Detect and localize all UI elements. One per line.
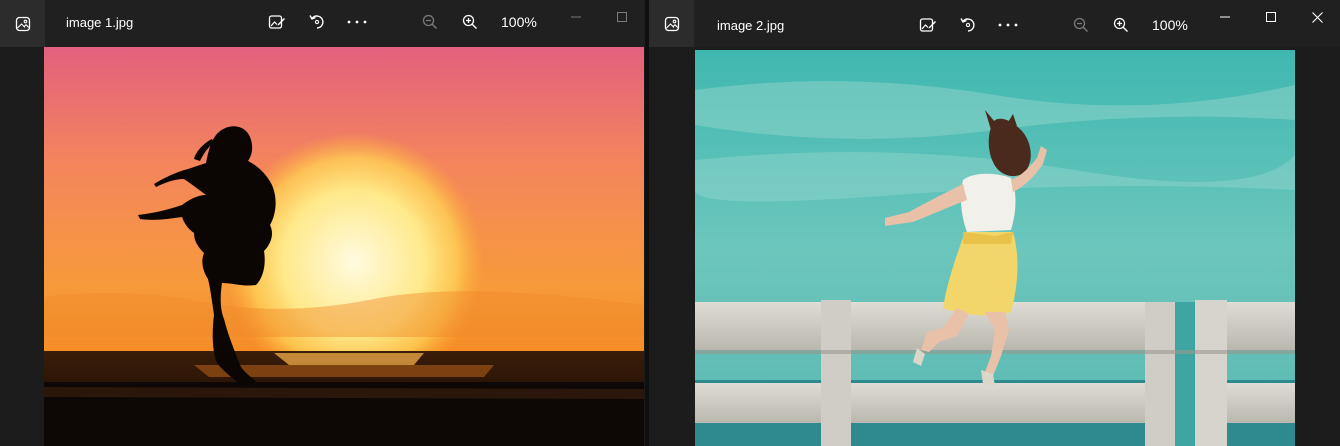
app-icon-button[interactable] [0,0,45,47]
rotate-button[interactable] [954,11,982,39]
minimize-icon [571,16,581,18]
window-title: image 2.jpg [717,18,785,33]
maximize-button[interactable] [599,0,645,34]
photos-window-2: image 2.jpg 100% [649,0,1340,446]
rotate-icon [960,18,975,32]
minimize-button[interactable] [1202,0,1248,34]
photo-sunset-silhouette [44,47,644,446]
zoom-out-icon [422,14,437,29]
edit-image-button[interactable] [914,11,942,39]
title-bar: image 2.jpg 100% [649,0,1340,47]
more-options-button[interactable] [343,8,371,36]
zoom-in-icon [1113,17,1128,32]
edit-image-icon [268,15,285,29]
zoom-out-button[interactable] [416,8,444,36]
zoom-in-button[interactable] [1107,11,1135,39]
more-options-button[interactable] [994,11,1022,39]
title-bar: image 1.jpg 100% [0,0,645,47]
close-icon [1311,11,1323,23]
maximize-icon [617,12,627,22]
app-icon-button[interactable] [649,0,694,47]
rotate-button[interactable] [303,8,331,36]
photos-app-icon [664,16,679,31]
zoom-out-button[interactable] [1067,11,1095,39]
zoom-level[interactable]: 100% [501,14,537,30]
rotate-icon [309,15,324,29]
minimize-icon [1220,16,1230,18]
zoom-in-button[interactable] [456,8,484,36]
photo-jumping-girl [695,50,1295,446]
zoom-out-icon [1073,17,1088,32]
maximize-button[interactable] [1248,0,1294,34]
window-title: image 1.jpg [66,15,134,30]
minimize-button[interactable] [553,0,599,34]
edit-image-button[interactable] [263,8,291,36]
close-button[interactable] [1294,0,1340,34]
photos-window-1: image 1.jpg 100% [0,0,645,446]
more-options-icon [998,23,1018,27]
maximize-icon [1266,12,1276,22]
image-viewport[interactable] [649,47,1340,446]
zoom-in-icon [462,14,477,29]
edit-image-icon [919,18,936,32]
photos-app-icon [15,16,30,31]
zoom-level[interactable]: 100% [1152,17,1188,33]
image-viewport[interactable] [0,47,645,446]
more-options-icon [347,20,367,24]
